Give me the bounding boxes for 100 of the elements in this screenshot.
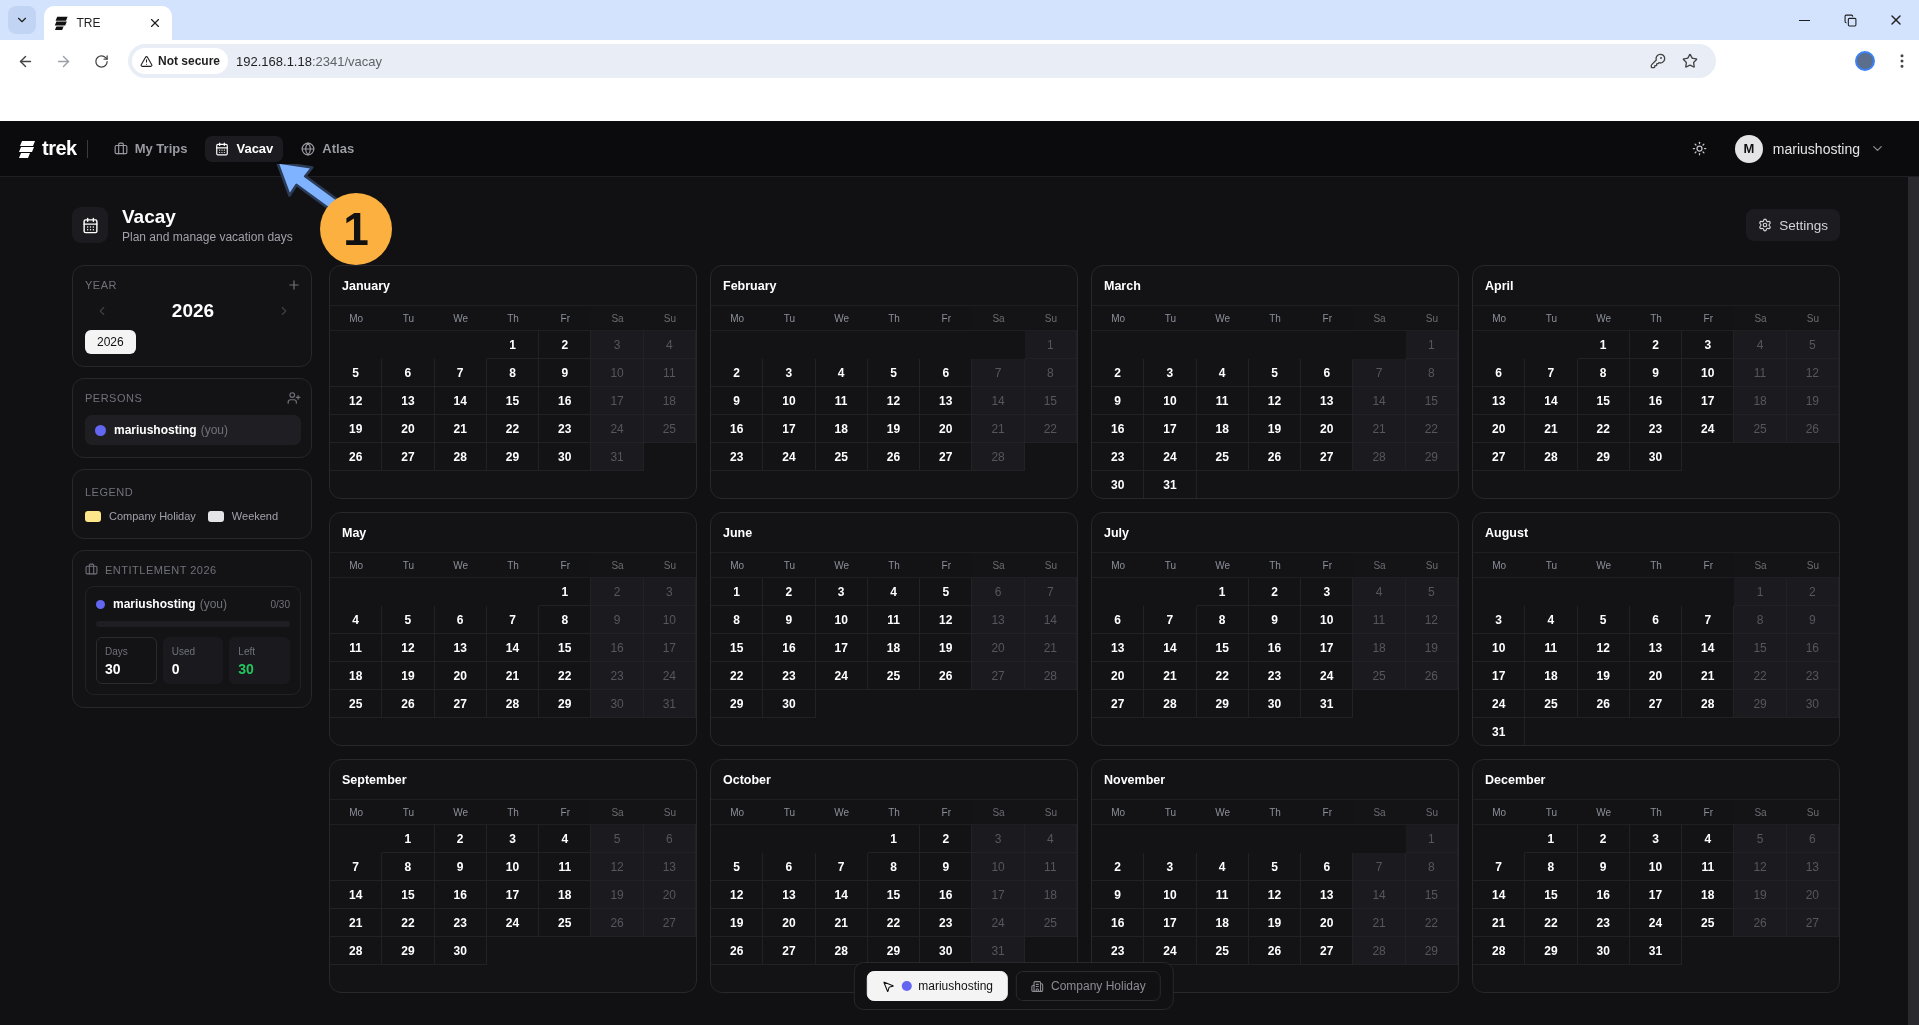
day-cell[interactable]: 14 <box>1473 881 1526 909</box>
browser-tab[interactable]: TRE <box>44 6 172 40</box>
day-cell[interactable]: 13 <box>1473 387 1526 415</box>
day-cell[interactable]: 28 <box>434 443 487 471</box>
day-cell[interactable]: 8 <box>867 853 921 881</box>
day-cell[interactable]: 2 <box>1092 853 1145 881</box>
day-cell[interactable]: 19 <box>1248 415 1302 443</box>
day-cell[interactable]: 22 <box>382 909 435 937</box>
day-cell[interactable]: 28 <box>330 937 383 965</box>
day-cell[interactable]: 4 <box>1525 606 1578 634</box>
day-cell[interactable]: 28 <box>486 690 540 718</box>
address-bar[interactable]: Not secure 192.168.1.18:2341/vacay <box>128 44 1716 78</box>
day-cell[interactable]: 23 <box>763 662 816 690</box>
day-cell[interactable]: 15 <box>1525 881 1578 909</box>
nav-tab[interactable]: Atlas <box>291 135 365 162</box>
day-cell[interactable]: 21 <box>486 662 540 690</box>
day-cell[interactable]: 11 <box>815 387 868 415</box>
day-cell[interactable]: 27 <box>382 443 435 471</box>
day-cell[interactable]: 12 <box>867 387 921 415</box>
day-cell[interactable]: 29 <box>1577 443 1630 471</box>
day-cell[interactable]: 26 <box>1248 443 1302 471</box>
user-menu[interactable]: M mariushosting <box>1734 134 1885 163</box>
day-cell[interactable]: 26 <box>1248 937 1302 965</box>
day-cell[interactable]: 15 <box>1196 634 1249 662</box>
day-cell[interactable]: 18 <box>1196 415 1249 443</box>
day-cell[interactable]: 10 <box>1629 853 1683 881</box>
day-cell[interactable]: 25 <box>815 443 868 471</box>
day-cell[interactable]: 29 <box>711 690 764 718</box>
day-cell[interactable]: 19 <box>1577 662 1630 690</box>
day-cell[interactable]: 17 <box>1629 881 1683 909</box>
day-cell[interactable]: 23 <box>711 443 764 471</box>
day-cell[interactable]: 30 <box>1629 443 1683 471</box>
day-cell[interactable]: 1 <box>1196 578 1249 606</box>
day-cell[interactable]: 31 <box>1473 718 1526 745</box>
day-cell[interactable]: 4 <box>815 359 868 387</box>
day-cell[interactable]: 12 <box>330 387 383 415</box>
day-cell[interactable]: 13 <box>1092 634 1145 662</box>
day-cell[interactable]: 13 <box>763 881 816 909</box>
day-cell[interactable]: 2 <box>711 359 764 387</box>
day-cell[interactable]: 23 <box>1629 415 1683 443</box>
day-cell[interactable]: 30 <box>1577 937 1630 965</box>
day-cell[interactable]: 27 <box>434 690 487 718</box>
day-cell[interactable]: 18 <box>815 415 868 443</box>
day-cell[interactable]: 7 <box>815 853 868 881</box>
day-cell[interactable]: 4 <box>1196 853 1249 881</box>
day-cell[interactable]: 21 <box>1525 415 1578 443</box>
day-cell[interactable]: 26 <box>1577 690 1630 718</box>
profile-avatar[interactable] <box>1855 51 1875 71</box>
day-cell[interactable]: 17 <box>486 881 540 909</box>
day-cell[interactable]: 23 <box>1577 909 1630 937</box>
day-cell[interactable]: 9 <box>1092 881 1145 909</box>
day-cell[interactable]: 7 <box>330 853 383 881</box>
day-cell[interactable]: 29 <box>486 443 540 471</box>
day-cell[interactable]: 20 <box>1473 415 1526 443</box>
day-cell[interactable]: 15 <box>1577 387 1630 415</box>
day-cell[interactable]: 18 <box>330 662 383 690</box>
year-chip[interactable]: 2026 <box>85 330 136 354</box>
day-cell[interactable]: 14 <box>815 881 868 909</box>
day-cell[interactable]: 20 <box>382 415 435 443</box>
day-cell[interactable]: 28 <box>1525 443 1578 471</box>
day-cell[interactable]: 26 <box>711 937 764 965</box>
day-cell[interactable]: 21 <box>434 415 487 443</box>
day-cell[interactable]: 24 <box>486 909 540 937</box>
day-cell[interactable]: 16 <box>763 634 816 662</box>
day-cell[interactable]: 19 <box>382 662 435 690</box>
day-cell[interactable]: 15 <box>867 881 921 909</box>
day-cell[interactable]: 27 <box>1473 443 1526 471</box>
day-cell[interactable]: 1 <box>867 825 921 853</box>
day-cell[interactable]: 13 <box>382 387 435 415</box>
day-cell[interactable]: 1 <box>1525 825 1578 853</box>
day-cell[interactable]: 14 <box>1144 634 1197 662</box>
day-cell[interactable]: 9 <box>1092 387 1145 415</box>
day-cell[interactable]: 26 <box>867 443 921 471</box>
day-cell[interactable]: 24 <box>1473 690 1526 718</box>
day-cell[interactable]: 8 <box>382 853 435 881</box>
day-cell[interactable]: 20 <box>763 909 816 937</box>
day-cell[interactable]: 8 <box>711 606 764 634</box>
day-cell[interactable]: 16 <box>1248 634 1302 662</box>
day-cell[interactable]: 4 <box>1196 359 1249 387</box>
day-cell[interactable]: 10 <box>1144 387 1197 415</box>
day-cell[interactable]: 4 <box>867 578 921 606</box>
day-cell[interactable]: 12 <box>1248 881 1302 909</box>
day-cell[interactable]: 11 <box>1196 881 1249 909</box>
day-cell[interactable]: 5 <box>1248 853 1302 881</box>
day-cell[interactable]: 5 <box>711 853 764 881</box>
day-cell[interactable]: 8 <box>486 359 540 387</box>
day-cell[interactable]: 10 <box>815 606 868 634</box>
day-cell[interactable]: 23 <box>1248 662 1302 690</box>
day-cell[interactable]: 28 <box>1144 690 1197 718</box>
day-cell[interactable]: 18 <box>1196 909 1249 937</box>
day-cell[interactable]: 6 <box>434 606 487 634</box>
day-cell[interactable]: 3 <box>1144 359 1197 387</box>
day-cell[interactable]: 18 <box>867 634 921 662</box>
day-cell[interactable]: 11 <box>330 634 383 662</box>
day-cell[interactable]: 1 <box>486 331 540 359</box>
brand-name[interactable]: trek <box>42 137 77 160</box>
day-cell[interactable]: 30 <box>763 690 816 718</box>
day-cell[interactable]: 16 <box>1092 909 1145 937</box>
day-cell[interactable]: 2 <box>434 825 487 853</box>
day-cell[interactable]: 14 <box>1525 387 1578 415</box>
